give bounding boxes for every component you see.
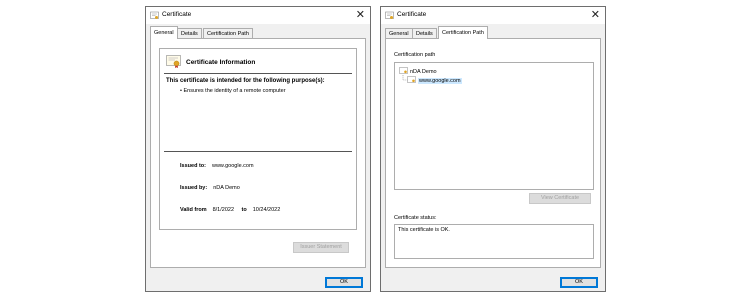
tree-item-root[interactable]: nDA Demo xyxy=(399,67,437,75)
title-bar: Certificate ✕ xyxy=(381,7,605,24)
tree-item-leaf[interactable]: www.google.com xyxy=(407,76,462,84)
tab-certification-path[interactable]: Certification Path xyxy=(438,26,488,39)
certificate-icon xyxy=(385,11,394,19)
issued-by-value: nDA Demo xyxy=(213,185,240,191)
purpose-heading: This certificate is intended for the fol… xyxy=(166,78,325,84)
certification-path-label: Certification path xyxy=(394,52,436,58)
divider xyxy=(164,73,352,74)
valid-from-label: Valid from xyxy=(180,207,207,213)
ok-button[interactable]: OK xyxy=(325,277,363,288)
certificate-dialog-path: Certificate ✕ General Details Certificat… xyxy=(380,6,606,292)
issued-by-row: Issued by: nDA Demo xyxy=(180,185,240,191)
certificate-icon xyxy=(407,76,416,83)
certificate-dialog-general: Certificate ✕ General Details Certificat… xyxy=(145,6,371,292)
certificate-info-box: Certificate Information This certificate… xyxy=(159,48,357,230)
certification-path-tree[interactable]: nDA Demo www.google.com xyxy=(394,62,594,190)
validity-row: Valid from 8/1/2022 to 10/24/2022 xyxy=(180,207,280,213)
certificate-status-text: This certificate is OK. xyxy=(398,227,450,233)
valid-from-value: 8/1/2022 xyxy=(212,207,235,213)
certification-path-panel: Certification path nDA Demo www.google.c… xyxy=(385,38,601,268)
valid-to-label: to xyxy=(241,207,247,213)
issued-to-value: www.google.com xyxy=(211,163,254,169)
issued-by-label: Issued by: xyxy=(180,185,208,191)
close-icon[interactable]: ✕ xyxy=(356,8,365,22)
certificate-status-box[interactable]: This certificate is OK. xyxy=(394,224,594,259)
purpose-item-text: Ensures the identity of a remote compute… xyxy=(183,88,286,94)
window-title: Certificate xyxy=(162,11,192,18)
certificate-icon xyxy=(150,11,159,19)
ok-button[interactable]: OK xyxy=(560,277,598,288)
certificate-status-label: Certificate status: xyxy=(394,215,437,221)
general-panel: Certificate Information This certificate… xyxy=(150,38,366,268)
tab-general[interactable]: General xyxy=(150,26,178,39)
valid-to-value: 10/24/2022 xyxy=(252,207,281,213)
tree-item-label: nDA Demo xyxy=(410,69,437,75)
issued-to-label: Issued to: xyxy=(180,163,206,169)
close-icon[interactable]: ✕ xyxy=(591,8,600,22)
window-title: Certificate xyxy=(397,11,427,18)
view-certificate-button[interactable]: View Certificate xyxy=(529,193,591,204)
divider xyxy=(164,151,352,152)
certificate-info-title: Certificate Information xyxy=(186,59,256,66)
purpose-item: • Ensures the identity of a remote compu… xyxy=(180,88,286,94)
certificate-icon xyxy=(166,55,181,68)
tree-item-label: www.google.com xyxy=(418,78,462,84)
certificate-icon xyxy=(399,67,408,74)
issuer-statement-button[interactable]: Issuer Statement xyxy=(293,242,349,253)
title-bar: Certificate ✕ xyxy=(146,7,370,24)
issued-to-row: Issued to: www.google.com xyxy=(180,163,254,169)
